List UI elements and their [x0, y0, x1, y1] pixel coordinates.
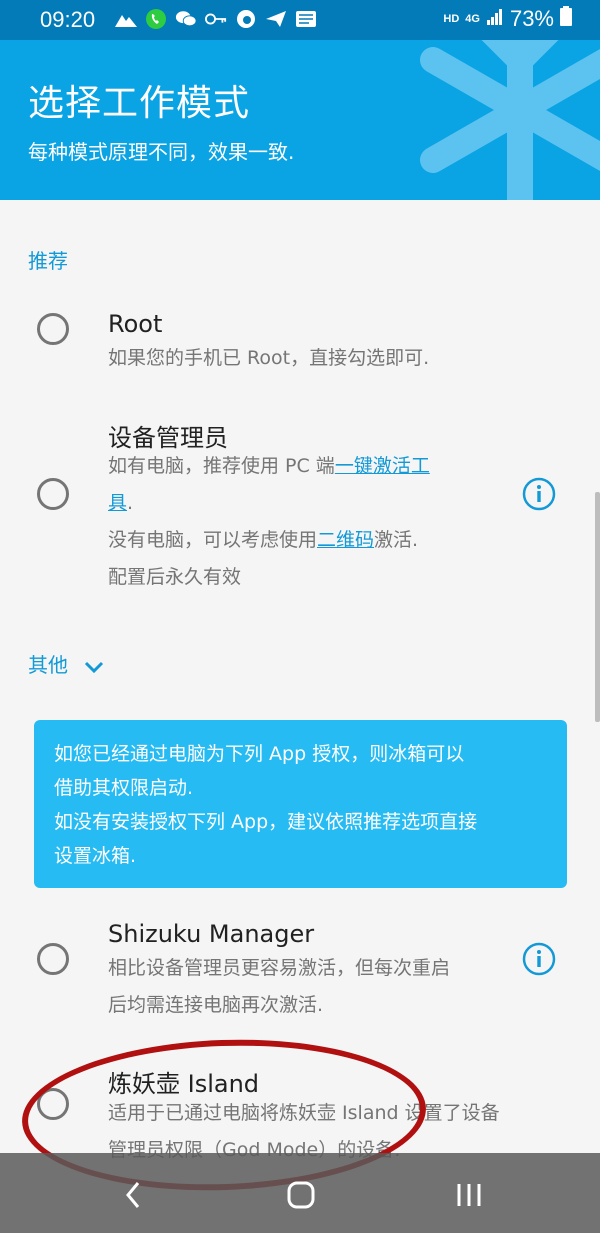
mountain-icon: [115, 8, 137, 30]
recents-icon: [457, 1184, 481, 1206]
option-desc-device-admin: 如有电脑，推荐使用 PC 端一键激活工 具. 没有电脑，可以考虑使用二维码激活.…: [108, 448, 430, 596]
info-line: 如您已经通过电脑为下列 App 授权，则冰箱可以: [54, 743, 465, 765]
desc-text: 激活.: [374, 529, 419, 551]
notification-icons: [115, 8, 317, 30]
chevron-down-icon: [85, 661, 104, 673]
home-button[interactable]: [281, 1175, 321, 1215]
hd-badge: HD: [443, 12, 460, 25]
info-line: 借助其权限启动.: [54, 777, 194, 799]
info-box: 如您已经通过电脑为下列 App 授权，则冰箱可以 借助其权限启动. 如没有安装授…: [34, 720, 567, 888]
page-subtitle: 每种模式原理不同，效果一致.: [28, 140, 295, 164]
firefox-icon: [235, 8, 257, 30]
section-toggle-others[interactable]: 其他: [28, 649, 104, 678]
info-icon[interactable]: [522, 942, 556, 976]
back-icon: [126, 1182, 140, 1208]
radio-device-admin[interactable]: [37, 478, 69, 510]
page-header: 选择工作模式 每种模式原理不同，效果一致.: [0, 40, 600, 200]
info-line: 如没有安装授权下列 App，建议依照推荐选项直接: [54, 811, 478, 833]
radio-island[interactable]: [37, 1088, 69, 1120]
scrollbar[interactable]: [595, 492, 600, 722]
desc-text: 适用于已通过电脑将炼妖壶 Island 设置了设备: [108, 1102, 500, 1124]
option-title-root: Root: [108, 310, 163, 338]
battery-percent: 73%: [509, 6, 554, 31]
section-label-recommended: 推荐: [28, 249, 68, 273]
back-button[interactable]: [113, 1175, 153, 1215]
desc-text: 后均需连接电脑再次激活.: [108, 994, 324, 1016]
snowflake-icon: [420, 40, 600, 200]
one-click-tool-link-cont[interactable]: 具: [108, 492, 127, 514]
status-right: HD 4G 73%: [443, 6, 572, 32]
phone-call-icon: [145, 8, 167, 30]
info-icon[interactable]: [522, 477, 556, 511]
signal-icon: [486, 6, 504, 32]
desc-text: 配置后永久有效: [108, 566, 242, 588]
desc-text: .: [127, 492, 134, 514]
desc-text: 没有电脑，可以考虑使用: [108, 529, 318, 551]
radio-shizuku[interactable]: [37, 943, 69, 975]
option-desc-root: 如果您的手机已 Root，直接勾选即可.: [108, 347, 430, 369]
desc-text: 如有电脑，推荐使用 PC 端: [108, 455, 335, 477]
option-title-island: 炼妖壶 Island: [108, 1070, 260, 1098]
page-title: 选择工作模式: [28, 83, 251, 124]
network-type: 4G: [465, 12, 480, 25]
qrcode-link[interactable]: 二维码: [317, 529, 374, 551]
status-time: 09:20: [40, 7, 96, 32]
home-icon: [287, 1181, 315, 1209]
option-title-shizuku: Shizuku Manager: [108, 920, 315, 948]
radio-root[interactable]: [37, 313, 69, 345]
news-icon: [295, 8, 317, 30]
recents-button[interactable]: [449, 1175, 489, 1215]
option-desc-shizuku: 相比设备管理员更容易激活，但每次重启 后均需连接电脑再次激活.: [108, 950, 450, 1024]
status-bar: 09:20 HD 4G 73%: [0, 0, 600, 40]
send-icon: [265, 8, 287, 30]
one-click-tool-link[interactable]: 一键激活工: [335, 455, 430, 477]
section-label-others: 其他: [28, 653, 68, 677]
wechat-icon: [175, 8, 197, 30]
navigation-bar: [0, 1153, 600, 1233]
desc-text: 相比设备管理员更容易激活，但每次重启: [108, 957, 451, 979]
battery-icon: [560, 6, 572, 32]
info-line: 设置冰箱.: [54, 845, 137, 867]
key-icon: [205, 8, 227, 30]
